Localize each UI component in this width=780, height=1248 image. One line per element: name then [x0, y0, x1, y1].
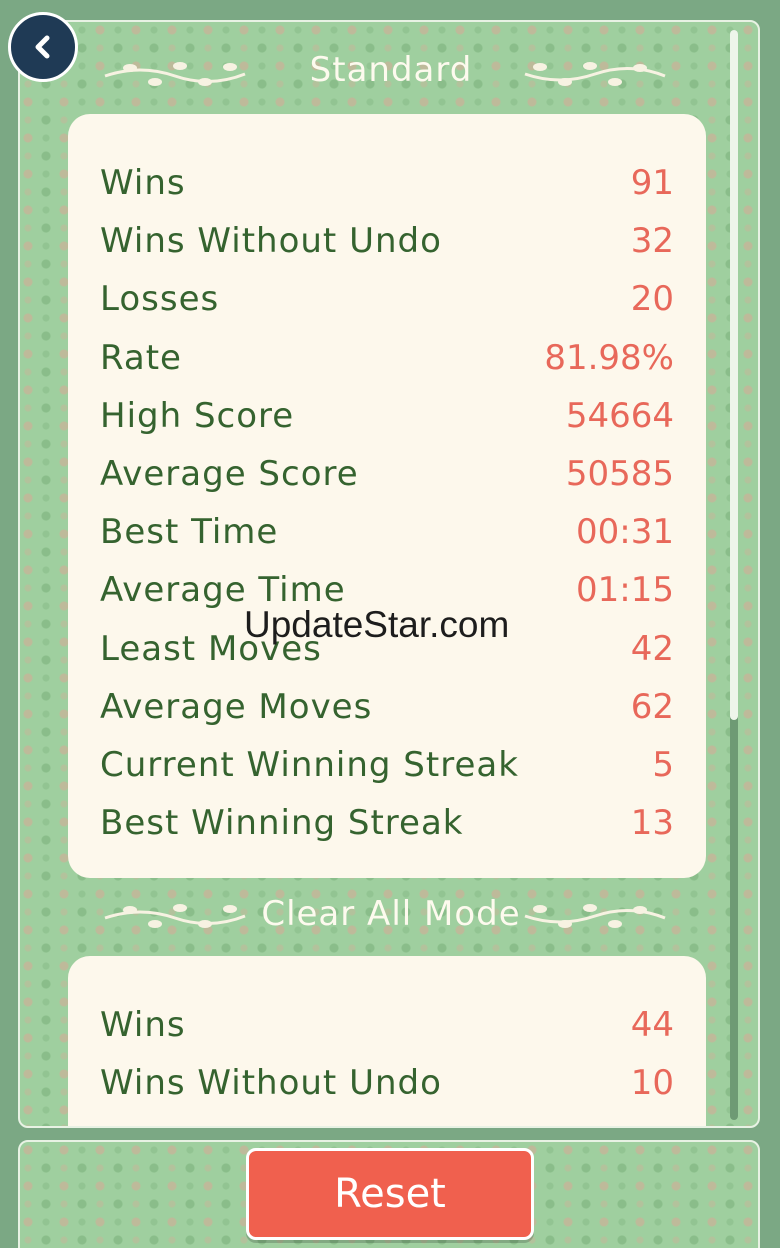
stat-label: Average Score: [100, 454, 359, 495]
stats-scroll-panel[interactable]: Standard Wins 91 Wins Without Undo 32 Lo…: [18, 20, 760, 1128]
stat-label: Average Moves: [100, 686, 373, 727]
stat-label: Best Winning Streak: [100, 803, 464, 844]
stat-value: 32: [630, 221, 674, 262]
stat-label: Wins: [100, 163, 186, 204]
stat-row-average-moves: Average Moves 62: [100, 678, 674, 736]
standard-stats-card: Wins 91 Wins Without Undo 32 Losses 20 R…: [68, 114, 706, 878]
vine-right-decoration: [524, 904, 666, 928]
stat-row-losses: Losses 20: [100, 270, 674, 328]
reset-button[interactable]: Reset: [246, 1148, 534, 1240]
stat-value: 5: [652, 744, 674, 785]
stat-row-rate: Rate 81.98%: [100, 329, 674, 387]
stat-value: 00:31: [576, 512, 674, 553]
stat-value: 42: [630, 628, 674, 669]
watermark-text: UpdateStar.com: [244, 604, 510, 645]
stat-value: 50585: [565, 454, 674, 495]
stat-label: Wins Without Undo: [100, 1063, 442, 1104]
stat-row-wins-without-undo: Wins Without Undo 10: [100, 1054, 674, 1112]
stat-label: Wins: [100, 1005, 186, 1046]
stat-row-high-score: High Score 54664: [100, 387, 674, 445]
stat-value: 81.98%: [544, 337, 674, 378]
stat-value: 01:15: [576, 570, 674, 611]
stat-label: Rate: [100, 337, 182, 378]
stat-label: Losses: [100, 279, 220, 320]
stat-label: Wins Without Undo: [100, 221, 442, 262]
stat-value: 54664: [565, 395, 674, 436]
clear-all-mode-stats-card: Wins 44 Wins Without Undo 10: [68, 956, 706, 1126]
stat-value: 62: [630, 686, 674, 727]
stat-row-wins-without-undo: Wins Without Undo 32: [100, 212, 674, 270]
stat-row-wins: Wins 44: [100, 996, 674, 1054]
stats-screen: Standard Wins 91 Wins Without Undo 32 Lo…: [0, 0, 780, 1248]
stat-value: 91: [630, 163, 674, 204]
stat-label: Best Time: [100, 512, 279, 553]
scrollbar-thumb[interactable]: [730, 30, 738, 720]
stat-row-average-score: Average Score 50585: [100, 445, 674, 503]
stat-label: High Score: [100, 395, 295, 436]
vine-right-decoration: [524, 62, 666, 86]
stat-row-current-winning-streak: Current Winning Streak 5: [100, 736, 674, 794]
stat-row-best-time: Best Time 00:31: [100, 503, 674, 561]
stat-value: 10: [630, 1063, 674, 1104]
stat-value: 44: [630, 1005, 674, 1046]
stat-value: 20: [630, 279, 674, 320]
stat-label: Current Winning Streak: [100, 744, 519, 785]
stat-value: 13: [630, 803, 674, 844]
stat-row-best-winning-streak: Best Winning Streak 13: [100, 794, 674, 852]
back-button[interactable]: [8, 12, 78, 82]
stat-row-wins: Wins 91: [100, 154, 674, 212]
chevron-left-icon: [35, 35, 50, 59]
